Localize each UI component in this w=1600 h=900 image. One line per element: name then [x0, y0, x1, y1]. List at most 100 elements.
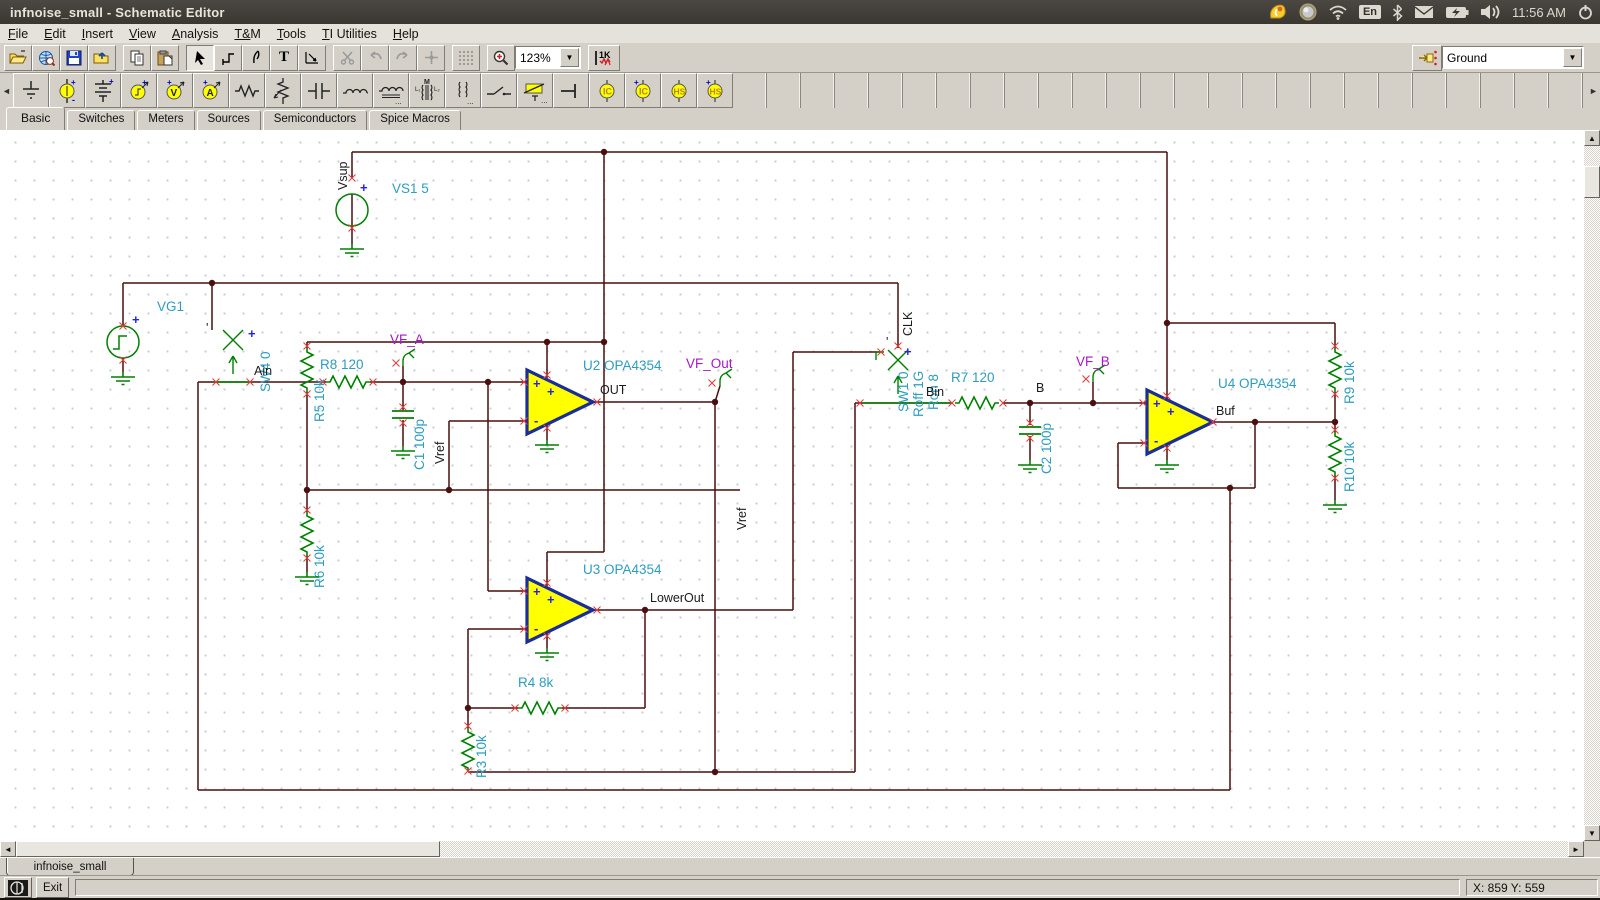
probe-vf-b[interactable]: VF_B — [1076, 354, 1110, 383]
grid-toggle-button[interactable] — [452, 45, 480, 71]
scroll-down-button[interactable]: ▼ — [1584, 825, 1600, 841]
power-gear-icon[interactable] — [1577, 4, 1594, 21]
menu-help[interactable]: Help — [385, 26, 427, 42]
component-open-terminal-button[interactable] — [553, 73, 589, 108]
open-file-button[interactable] — [4, 45, 32, 71]
import-button[interactable] — [88, 45, 116, 71]
mail-icon[interactable] — [1414, 5, 1434, 19]
volume-icon[interactable] — [1480, 4, 1501, 20]
save-button[interactable] — [60, 45, 88, 71]
component-voltage-source-button[interactable]: +- — [49, 73, 85, 108]
keyboard-layout-indicator[interactable]: En — [1359, 5, 1381, 19]
zoom-dropdown-arrow[interactable]: ▼ — [560, 48, 579, 67]
resistor-r3[interactable]: R3 10k — [462, 723, 489, 779]
opamp-u2[interactable]: U2 OPA4354 OUT — [521, 358, 663, 453]
show-values-button[interactable]: 1K — [588, 45, 620, 71]
tab-sources[interactable]: Sources — [197, 110, 261, 130]
tab-meters[interactable]: Meters — [137, 110, 194, 130]
horizontal-scrollbar[interactable]: ◄ ► — [0, 841, 1584, 857]
cut-button[interactable] — [333, 45, 361, 71]
tab-switches[interactable]: Switches — [67, 110, 135, 130]
opamp-u4[interactable]: U4 OPA4354 Buf — [1140, 376, 1298, 473]
bluetooth-icon[interactable] — [1392, 4, 1403, 21]
sheet-tab-infnoise-small[interactable]: infnoise_small — [6, 858, 134, 876]
open-from-web-button[interactable] — [32, 45, 60, 71]
resistor-r7[interactable]: R7 120 — [949, 370, 1007, 409]
select-tool-button[interactable] — [186, 45, 214, 71]
resistor-r10[interactable]: R10 10k — [1323, 427, 1357, 513]
draw-tool-button[interactable] — [242, 45, 270, 71]
dimension-tool-button[interactable] — [298, 45, 326, 71]
component-voltage-generator-button[interactable]: + — [121, 73, 157, 108]
component-potentiometer-button[interactable] — [265, 73, 301, 108]
resistor-r8[interactable]: R8 120 — [320, 357, 377, 388]
tab-basic[interactable]: Basic — [6, 107, 65, 131]
undo-button[interactable] — [361, 45, 389, 71]
component-battery-button[interactable]: + — [85, 73, 121, 108]
menu-insert[interactable]: Insert — [74, 26, 121, 42]
menu-tools[interactable]: Tools — [269, 26, 314, 42]
menu-file[interactable]: File — [0, 26, 36, 42]
component-select-arrow[interactable]: ▼ — [1563, 48, 1582, 67]
resistor-r9[interactable]: R9 10k — [1329, 343, 1357, 405]
zoom-level-combobox[interactable]: 123% ▼ — [515, 46, 581, 69]
compbar-scroll-left[interactable]: ◄ — [0, 73, 13, 108]
component-coupled-inductors-button[interactable]: ... — [445, 73, 481, 108]
component-ammeter-button[interactable]: A + — [193, 73, 229, 108]
component-relay-button[interactable]: ... — [517, 73, 553, 108]
exit-button[interactable]: Exit — [36, 877, 69, 898]
vg1-voltage-generator[interactable]: + VG1 — [107, 299, 184, 385]
component-select-combobox[interactable]: Ground ▼ — [1442, 46, 1584, 69]
vertical-scroll-thumb[interactable] — [1584, 166, 1600, 198]
component-capacitor-button[interactable] — [301, 73, 337, 108]
text-tool-button[interactable]: T — [270, 45, 298, 71]
vertical-scrollbar[interactable]: ▲ ▼ — [1584, 130, 1600, 841]
wifi-icon[interactable] — [1328, 4, 1348, 20]
component-voltmeter-button[interactable]: V + — [157, 73, 193, 108]
resistor-r6[interactable]: R6 10k — [295, 507, 327, 589]
find-component-button[interactable] — [1412, 45, 1442, 71]
component-switch-button[interactable] — [481, 73, 517, 108]
menu-ti-utilities[interactable]: TI Utilities — [314, 26, 385, 42]
menu-analysis[interactable]: Analysis — [164, 26, 227, 42]
scroll-right-button[interactable]: ► — [1568, 841, 1584, 857]
app-indicator-icon[interactable] — [1268, 3, 1288, 21]
copy-button[interactable] — [123, 45, 151, 71]
tab-spice-macros[interactable]: Spice Macros — [369, 110, 461, 130]
schematic-mode-button[interactable] — [4, 877, 32, 898]
component-transformer-button[interactable]: M L₁L₂ — [409, 73, 445, 108]
paste-button[interactable] — [151, 45, 179, 71]
schematic-canvas[interactable]: + + - — [0, 130, 1584, 841]
menu-edit[interactable]: Edit — [36, 26, 74, 42]
menu-tm[interactable]: T&M — [226, 26, 268, 42]
switch-sw4[interactable]: + ' SW4 0 Ain — [206, 321, 273, 392]
horizontal-scroll-thumb[interactable] — [16, 841, 440, 857]
scroll-left-button[interactable]: ◄ — [0, 841, 16, 857]
tab-semiconductors[interactable]: Semiconductors — [263, 110, 367, 130]
snap-button[interactable] — [417, 45, 445, 71]
wires[interactable] — [123, 152, 1335, 790]
zoom-tool-button[interactable] — [487, 45, 515, 71]
switch-sw1[interactable]: + ' SW1 0 Roff 1G Ron 8 CLK Bin — [857, 311, 953, 417]
battery-icon[interactable] — [1445, 6, 1469, 19]
scroll-up-button[interactable]: ▲ — [1584, 130, 1600, 146]
resistor-r4[interactable]: R4 8k — [512, 675, 569, 714]
component-inductor-button[interactable] — [337, 73, 373, 108]
wire-tool-button[interactable] — [214, 45, 242, 71]
compbar-scroll-right[interactable]: ► — [1587, 73, 1600, 108]
opamp-u3[interactable]: U3 OPA4354 LowerOut — [521, 562, 705, 661]
component-ground-button[interactable] — [13, 73, 49, 108]
component-hs-plus-button[interactable]: HS + — [697, 73, 733, 108]
probe-vf-out[interactable]: VF_Out — [686, 356, 733, 402]
component-inductor-core-button[interactable]: ... — [373, 73, 409, 108]
capacitor-c1[interactable]: C1 100p — [391, 404, 427, 471]
resistor-r5[interactable]: R5 10k — [301, 343, 327, 423]
component-hs-button[interactable]: HS — [661, 73, 697, 108]
probe-vf-a[interactable]: VF_A — [390, 332, 424, 382]
menu-view[interactable]: View — [121, 26, 164, 42]
vs1-voltage-source[interactable]: + VS1 5 Vsup — [336, 161, 429, 256]
component-ic-plus-button[interactable]: IC + — [625, 73, 661, 108]
session-orb-icon[interactable] — [1299, 3, 1317, 21]
redo-button[interactable] — [389, 45, 417, 71]
component-resistor-button[interactable] — [229, 73, 265, 108]
